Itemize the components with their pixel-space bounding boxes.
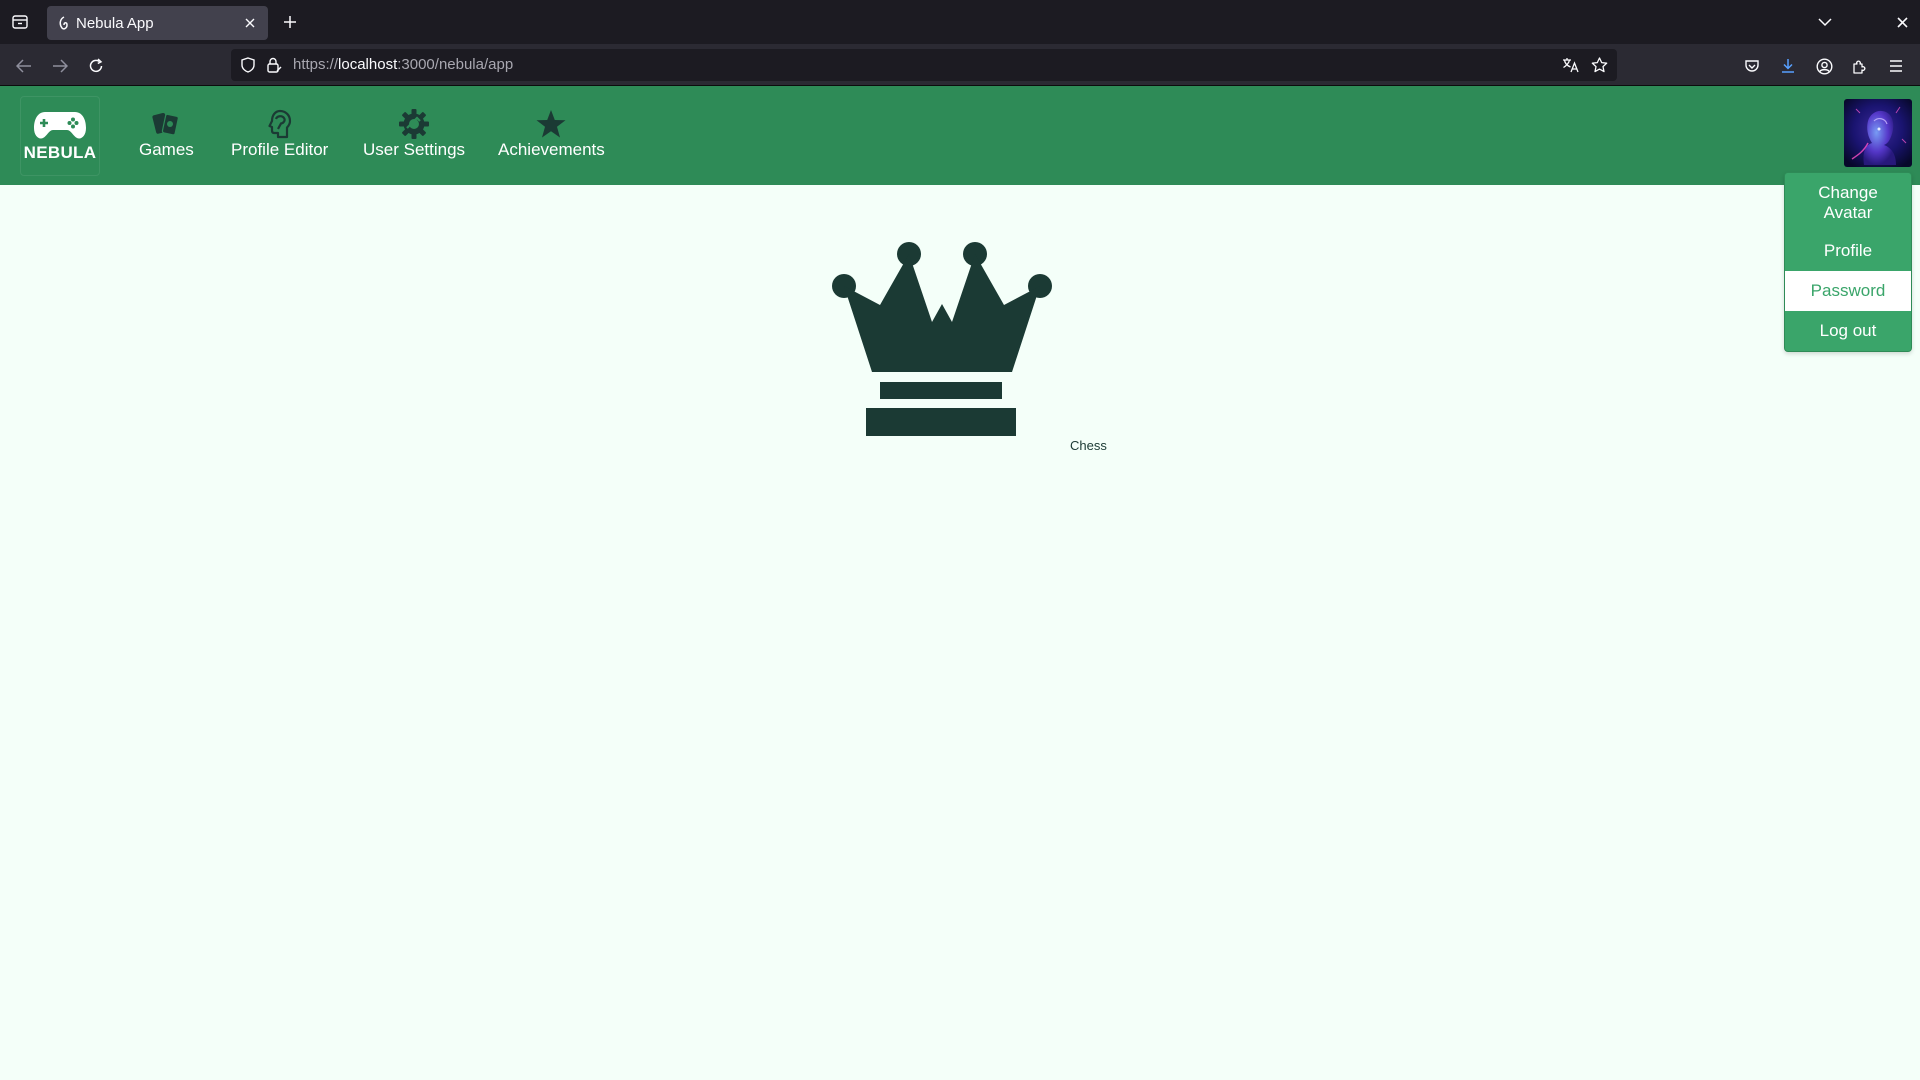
nav-games[interactable]: Games: [139, 108, 194, 160]
back-arrow-icon[interactable]: [11, 53, 37, 79]
logout-button[interactable]: Log out: [1785, 311, 1911, 351]
chess-queen-icon: [832, 242, 1052, 436]
star-icon: [534, 108, 568, 140]
account-icon[interactable]: [1811, 53, 1837, 79]
tab-title: Nebula App: [76, 15, 154, 32]
url-prefix: https://: [293, 56, 339, 73]
user-dropdown-menu: Change Avatar Profile Password Log out: [1784, 172, 1912, 352]
app-header: NEBULA Games Profile Editor User Setting…: [0, 86, 1920, 185]
shield-icon[interactable]: [239, 56, 257, 74]
nav-achievements-label: Achievements: [498, 140, 605, 159]
nav-achievements[interactable]: Achievements: [498, 108, 605, 160]
brand-name: NEBULA: [23, 143, 97, 162]
change-avatar-button[interactable]: Change Avatar: [1785, 173, 1911, 231]
bookmark-star-icon[interactable]: [1589, 55, 1609, 75]
browser-tab-bar: Nebula App: [0, 0, 1920, 44]
gear-icon: [397, 108, 431, 140]
new-tab-icon[interactable]: [279, 11, 301, 33]
nav-profile-editor-label: Profile Editor: [231, 140, 329, 159]
gamepad-icon: [34, 112, 86, 139]
reload-icon[interactable]: [83, 53, 109, 79]
pocket-icon[interactable]: [1739, 53, 1765, 79]
tab-close-icon[interactable]: [240, 13, 260, 33]
url-text[interactable]: https://localhost:3000/nebula/app: [293, 56, 513, 73]
avatar[interactable]: [1844, 99, 1912, 167]
browser-tab[interactable]: Nebula App: [47, 6, 268, 40]
chevron-down-icon[interactable]: [1813, 11, 1837, 33]
password-button[interactable]: Password: [1785, 271, 1911, 311]
lock-icon[interactable]: [265, 56, 283, 74]
extensions-icon[interactable]: [1847, 53, 1873, 79]
brand-logo[interactable]: NEBULA: [20, 96, 100, 176]
forward-arrow-icon[interactable]: [47, 53, 73, 79]
url-bar[interactable]: https://localhost:3000/nebula/app: [231, 49, 1617, 81]
translate-icon[interactable]: [1561, 55, 1581, 75]
url-host: localhost: [338, 56, 398, 73]
nav-games-label: Games: [139, 140, 194, 159]
browser-nav-bar: https://localhost:3000/nebula/app: [0, 44, 1920, 86]
tab-favicon-icon: [56, 15, 72, 31]
nav-user-settings[interactable]: User Settings: [363, 108, 465, 160]
tab-list-icon[interactable]: [8, 11, 32, 33]
cards-icon: [149, 108, 183, 140]
profile-button[interactable]: Profile: [1785, 231, 1911, 271]
game-card-chess[interactable]: Chess: [822, 232, 1112, 462]
window-close-icon[interactable]: [1891, 11, 1913, 33]
download-icon[interactable]: [1775, 53, 1801, 79]
game-label: Chess: [1070, 438, 1107, 453]
head-profile-icon: [263, 108, 297, 140]
nav-profile-editor[interactable]: Profile Editor: [231, 108, 328, 160]
hamburger-menu-icon[interactable]: [1883, 53, 1909, 79]
url-path: :3000/nebula/app: [397, 56, 514, 73]
nav-user-settings-label: User Settings: [363, 140, 466, 159]
avatar-image: [1844, 99, 1912, 167]
